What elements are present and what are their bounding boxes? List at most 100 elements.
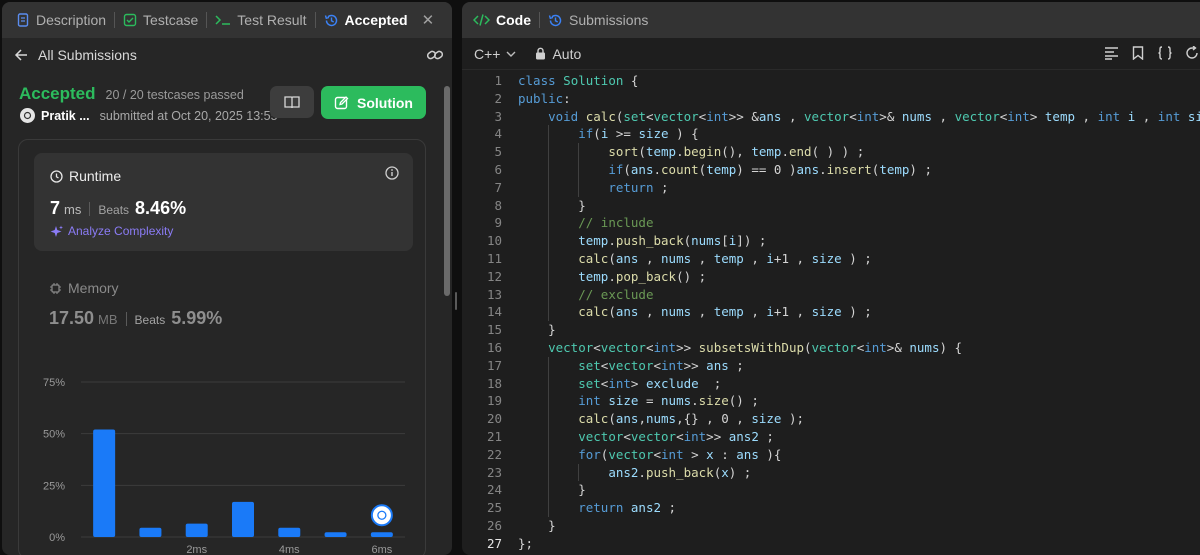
- auto-mode-label: Auto: [552, 45, 582, 62]
- line-number: 18: [486, 375, 502, 391]
- code-line[interactable]: 20 calc(ans,nums,{} , 0 , size );: [462, 410, 1200, 428]
- bar: [278, 527, 301, 537]
- beats-label: Beats: [134, 313, 166, 327]
- tab-test-result[interactable]: Test Result: [215, 2, 307, 38]
- avatar[interactable]: [20, 108, 35, 123]
- braces-icon[interactable]: [1157, 46, 1173, 63]
- code-text: int size = nums.size() ;: [502, 392, 759, 411]
- code-line[interactable]: 11 calc(ans , nums , temp , i+1 , size )…: [462, 249, 1200, 268]
- code-line[interactable]: 7 return ;: [462, 178, 1200, 197]
- code-line[interactable]: 13 // exclude: [462, 285, 1200, 304]
- code-line[interactable]: 23 ans2.push_back(x) ;: [462, 463, 1200, 482]
- solution-button[interactable]: Solution: [321, 86, 426, 119]
- left-tab-bar: Description Testcase Test Result Accepte…: [2, 2, 452, 38]
- avatar-marker: [370, 504, 393, 527]
- submitted-at: submitted at Oct 20, 2025 13:55: [99, 108, 278, 123]
- all-submissions-link[interactable]: All Submissions: [38, 47, 137, 63]
- code-text: void calc(set<vector<int>> &ans , vector…: [548, 108, 1200, 124]
- language-select[interactable]: C++: [474, 46, 517, 62]
- x-tick-label: 2ms: [186, 544, 207, 555]
- code-text: class Solution {: [518, 73, 639, 88]
- edit-icon: [334, 96, 349, 110]
- analyze-complexity-link[interactable]: Analyze Complexity: [50, 224, 173, 238]
- y-tick-label: 0%: [49, 532, 65, 544]
- tab-accepted[interactable]: Accepted ✕: [324, 2, 435, 38]
- line-number: 6: [494, 161, 502, 177]
- username[interactable]: Pratik ...: [41, 109, 90, 123]
- line-number: 7: [494, 179, 502, 195]
- code-line[interactable]: 17 set<vector<int>> ans ;: [462, 356, 1200, 375]
- reset-icon[interactable]: [1186, 45, 1198, 63]
- tab-description-label: Description: [36, 12, 107, 28]
- line-number: 25: [486, 500, 502, 516]
- tab-code[interactable]: Code: [473, 12, 531, 28]
- code-text: return ans2 ;: [502, 499, 676, 517]
- code-text: sort(temp.begin(), temp.end( ) ) ;: [502, 143, 864, 161]
- code-text: return ;: [502, 178, 669, 197]
- x-tick-label: 6ms: [371, 544, 392, 555]
- arrow-left-icon[interactable]: [14, 48, 28, 62]
- code-line[interactable]: 18 set<int> exclude ;: [462, 374, 1200, 393]
- code-line[interactable]: 12 temp.pop_back() ;: [462, 267, 1200, 286]
- code-line[interactable]: 3 void calc(set<vector<int>> &ans , vect…: [462, 108, 1200, 126]
- code-line[interactable]: 24 }: [462, 481, 1200, 500]
- code-line[interactable]: 5 sort(temp.begin(), temp.end( ) ) ;: [462, 143, 1200, 161]
- format-icon[interactable]: [1104, 46, 1119, 63]
- code-line[interactable]: 19 int size = nums.size() ;: [462, 392, 1200, 411]
- clock-icon: [50, 169, 63, 183]
- close-icon[interactable]: ✕: [422, 11, 435, 29]
- code-text: }: [518, 196, 586, 215]
- notebook-button[interactable]: [270, 86, 314, 118]
- runtime-card[interactable]: Runtime 7 ms Beats 8.46% Analyze Complex…: [34, 153, 413, 251]
- code-area[interactable]: 1 class Solution { 2 public: 3 void calc(set…: [462, 72, 1200, 553]
- code-line[interactable]: 9 // include: [462, 214, 1200, 233]
- link-icon[interactable]: [426, 47, 444, 66]
- code-text: // include: [502, 214, 653, 233]
- panel-resize-handle[interactable]: [455, 292, 457, 310]
- tab-submissions[interactable]: Submissions: [548, 12, 648, 28]
- code-line[interactable]: 16 vector<vector<int>> subsetsWithDup(ve…: [462, 339, 1200, 357]
- code-line[interactable]: 27};: [462, 535, 1200, 553]
- status-row: Accepted 20 / 20 testcases passed: [19, 84, 244, 104]
- info-icon[interactable]: [385, 166, 399, 185]
- scrollbar[interactable]: [444, 86, 450, 296]
- code-icon: [473, 14, 490, 26]
- line-number: 1: [494, 73, 502, 88]
- bar: [139, 527, 162, 537]
- tab-divider: [539, 12, 540, 28]
- code-line[interactable]: 2 public:: [462, 90, 1200, 108]
- code-text: calc(ans , nums , temp , i+1 , size ) ;: [502, 249, 872, 268]
- tab-testcase[interactable]: Testcase: [123, 2, 198, 38]
- line-number: 22: [486, 446, 502, 462]
- runtime-distribution-chart: 75% 50% 25% 0% 2ms 4ms 6ms: [43, 377, 405, 555]
- tab-divider: [114, 12, 116, 28]
- solution-label: Solution: [357, 94, 413, 111]
- code-line[interactable]: 8 }: [462, 196, 1200, 215]
- memory-card[interactable]: Memory: [49, 280, 119, 296]
- code-text: }: [518, 322, 556, 338]
- code-line[interactable]: 26 }: [462, 517, 1200, 535]
- code-line[interactable]: 1 class Solution {: [462, 72, 1200, 90]
- line-number: 4: [494, 126, 502, 142]
- line-number: 2: [494, 90, 502, 106]
- code-line[interactable]: 21 vector<vector<int>> ans2 ;: [462, 427, 1200, 446]
- tab-description[interactable]: Description: [16, 2, 106, 38]
- performance-card: Runtime 7 ms Beats 8.46% Analyze Complex…: [18, 139, 426, 555]
- code-line[interactable]: 10 temp.push_back(nums[i]) ;: [462, 232, 1200, 250]
- code-text: calc(ans , nums , temp , i+1 , size ) ;: [502, 303, 872, 322]
- auto-mode-toggle[interactable]: Auto: [535, 46, 581, 62]
- sparkle-icon: [50, 225, 63, 237]
- code-text: };: [518, 535, 534, 551]
- code-line[interactable]: 15 }: [462, 321, 1200, 339]
- code-line[interactable]: 14 calc(ans , nums , temp , i+1 , size )…: [462, 303, 1200, 322]
- code-line[interactable]: 22 for(vector<int > x : ans ){: [462, 445, 1200, 464]
- code-line[interactable]: 4 if(i >= size ) {: [462, 125, 1200, 144]
- bookmark-icon[interactable]: [1132, 46, 1144, 63]
- code-text: ans2.push_back(x) ;: [502, 463, 751, 482]
- bar: [185, 523, 208, 537]
- code-line[interactable]: 6 if(ans.count(temp) == 0 )ans.insert(te…: [462, 160, 1200, 179]
- code-line[interactable]: 25 return ans2 ;: [462, 499, 1200, 517]
- line-number: 16: [486, 339, 502, 355]
- line-number: 9: [494, 215, 502, 231]
- beats-label: Beats: [98, 203, 130, 217]
